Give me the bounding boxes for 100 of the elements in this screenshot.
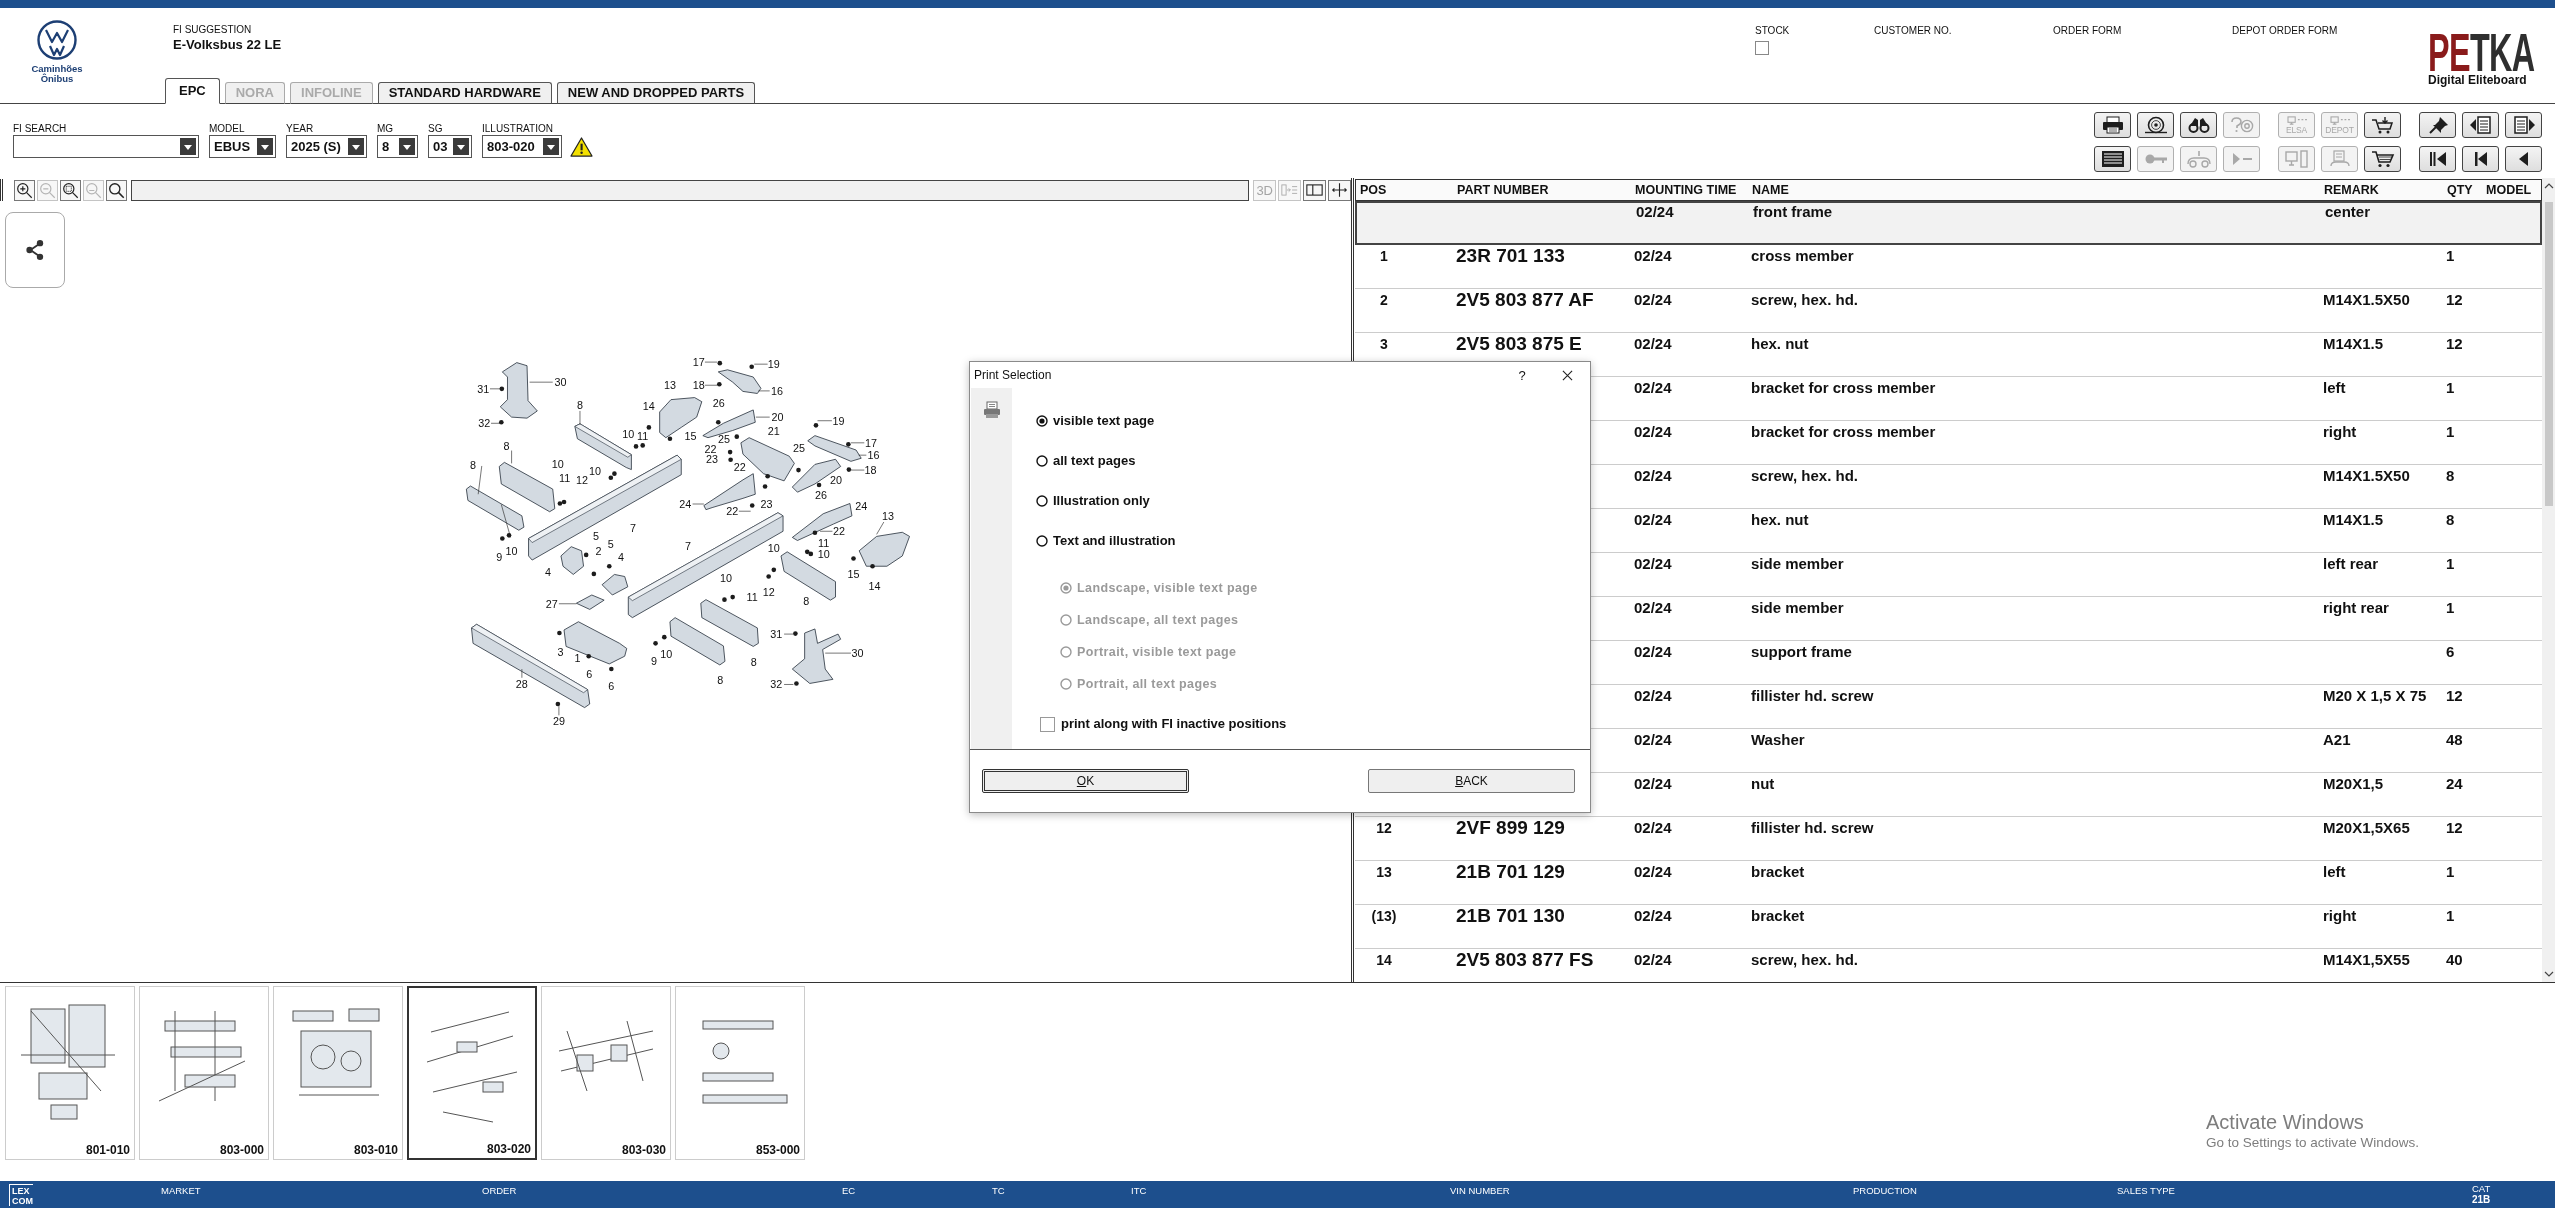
callout-number[interactable]: 11	[746, 591, 758, 604]
callout-number[interactable]: 10	[622, 428, 635, 441]
table-row[interactable]: 13 21B 701 129 02/24 bracket left 1	[1355, 861, 2542, 905]
column-header[interactable]: PART NUMBER	[1457, 183, 1635, 197]
dropdown[interactable]: 2025 (S)	[286, 135, 367, 158]
callout-number[interactable]: 10	[767, 542, 780, 555]
checkbox-icon[interactable]	[1755, 41, 1769, 55]
illustration-thumbnail[interactable]: 803-000	[139, 986, 269, 1160]
callout-number[interactable]: 2	[595, 544, 602, 557]
view-button[interactable]	[1303, 179, 1326, 201]
callout-number[interactable]: 13	[663, 379, 676, 392]
callout-number[interactable]: 6	[608, 680, 615, 692]
tab[interactable]: NEW AND DROPPED PARTS	[556, 82, 756, 104]
callout-number[interactable]: 17	[692, 356, 705, 369]
dialog-button[interactable]: OK	[982, 769, 1189, 793]
callout-number[interactable]: 19	[832, 414, 845, 427]
callout-number[interactable]: 8	[717, 674, 724, 687]
callout-number[interactable]: 32	[770, 678, 783, 691]
callout-number[interactable]: 29	[552, 715, 565, 728]
dialog-button[interactable]: BACK	[1368, 769, 1575, 793]
callout-number[interactable]: 11	[818, 537, 830, 550]
callout-number[interactable]: 10	[660, 648, 673, 661]
callout-number[interactable]: 17	[865, 436, 877, 449]
callout-number[interactable]: 10	[588, 465, 601, 478]
callout-number[interactable]: 11	[637, 430, 649, 443]
callout-number[interactable]: 11	[558, 471, 571, 484]
zoom-tool-button[interactable]	[14, 179, 35, 201]
callout-number[interactable]: 21	[767, 425, 780, 437]
callout-number[interactable]: 22	[733, 461, 746, 473]
callout-number[interactable]: 4	[545, 565, 552, 578]
radio-option[interactable]: Illustration only	[1036, 493, 1150, 509]
checkbox-option[interactable]: print along with FI inactive positions	[1040, 716, 1287, 732]
column-header[interactable]: MOUNTING TIME	[1635, 183, 1752, 197]
callout-number[interactable]: 5	[607, 537, 614, 550]
callout-number[interactable]: 30	[554, 376, 567, 389]
callout-number[interactable]: 8	[503, 440, 510, 453]
callout-number[interactable]: 26	[712, 396, 725, 409]
callout-number[interactable]: 16	[867, 449, 880, 462]
callout-number[interactable]: 31	[477, 382, 490, 395]
zoom-tool-button[interactable]	[60, 179, 81, 201]
callout-number[interactable]: 8	[750, 655, 757, 668]
callout-number[interactable]: 19	[767, 358, 780, 371]
callout-number[interactable]: 31	[770, 628, 783, 641]
callout-number[interactable]: 8	[803, 594, 810, 607]
callout-number[interactable]: 22	[833, 525, 846, 538]
callout-number[interactable]: 16	[770, 384, 783, 397]
callout-number[interactable]: 14	[868, 580, 881, 593]
dropdown[interactable]: 8	[377, 135, 418, 158]
callout-number[interactable]: 3	[557, 645, 564, 658]
callout-number[interactable]: 12	[576, 473, 589, 486]
radio-option[interactable]: all text pages	[1036, 453, 1136, 469]
callout-number[interactable]: 13	[881, 509, 894, 522]
dropdown[interactable]: EBUS	[209, 135, 276, 158]
toolbar-button[interactable]	[2505, 146, 2542, 172]
callout-number[interactable]: 9	[496, 551, 503, 564]
column-header[interactable]: NAME	[1752, 183, 2324, 197]
callout-number[interactable]: 32	[478, 417, 491, 430]
toolbar-button[interactable]	[2094, 146, 2131, 172]
callout-number[interactable]: 18	[864, 464, 877, 477]
text-field[interactable]	[131, 179, 1250, 201]
callout-number[interactable]: 22	[704, 443, 717, 455]
scroll-thumb[interactable]	[2544, 202, 2553, 506]
tab[interactable]: EPC	[165, 78, 220, 104]
callout-number[interactable]: 18	[692, 379, 705, 392]
callout-number[interactable]: 8	[470, 458, 477, 471]
column-header[interactable]: MODEL	[2486, 183, 2541, 197]
callout-number[interactable]: 12	[762, 586, 775, 599]
toolbar-button[interactable]	[2094, 112, 2131, 138]
table-row[interactable]: 02/24 front frame center	[1355, 201, 2542, 245]
callout-number[interactable]: 1	[574, 652, 581, 665]
share-button[interactable]	[5, 212, 65, 288]
callout-number[interactable]: 25	[793, 441, 805, 454]
callout-number[interactable]: 9	[651, 654, 657, 667]
illustration-thumbnail[interactable]: 801-010	[5, 986, 135, 1160]
callout-number[interactable]: 30	[851, 647, 864, 660]
zoom-tool-button[interactable]	[106, 179, 127, 201]
callout-number[interactable]: 14	[642, 399, 655, 412]
dropdown[interactable]	[13, 135, 199, 158]
toolbar-button[interactable]	[2419, 112, 2456, 138]
callout-number[interactable]: 10	[551, 458, 564, 471]
view-button[interactable]	[1328, 179, 1351, 201]
callout-number[interactable]: 7	[684, 539, 691, 552]
callout-number[interactable]: 15	[847, 567, 860, 580]
toolbar-button[interactable]	[2137, 112, 2174, 138]
radio-option[interactable]: visible text page	[1036, 413, 1155, 429]
column-header[interactable]: POS	[1356, 183, 1457, 197]
callout-number[interactable]: 7	[629, 522, 636, 535]
toolbar-button[interactable]	[2364, 146, 2401, 172]
toolbar-button[interactable]	[2462, 112, 2499, 138]
toolbar-button[interactable]	[2364, 112, 2401, 138]
illustration-thumbnail[interactable]: 803-020	[407, 986, 537, 1160]
scroll-down-icon[interactable]	[2543, 970, 2554, 978]
radio-option[interactable]: Text and illustration	[1036, 533, 1176, 549]
callout-number[interactable]: 27	[545, 597, 558, 610]
scrollbar[interactable]	[2542, 178, 2555, 982]
illustration-thumbnail[interactable]: 803-030	[541, 986, 671, 1160]
callout-number[interactable]: 26	[815, 489, 828, 502]
callout-number[interactable]: 10	[505, 544, 518, 557]
table-row[interactable]: 2 2V5 803 877 AF 02/24 screw, hex. hd. M14X1.5X50 12	[1355, 289, 2542, 333]
callout-number[interactable]: 20	[771, 411, 784, 424]
